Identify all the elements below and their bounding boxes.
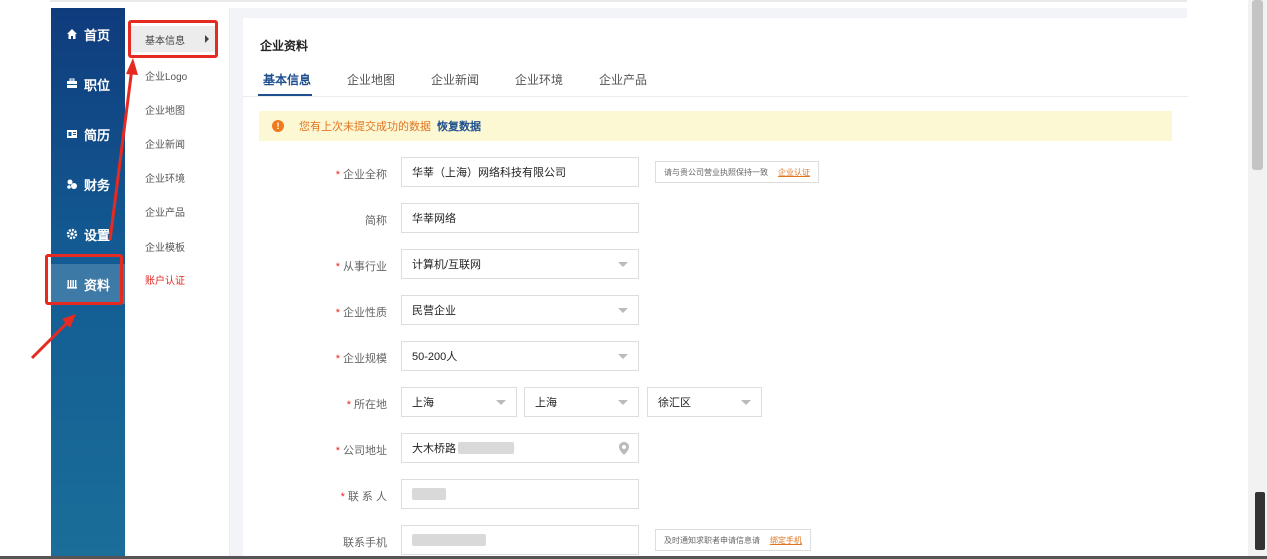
required-mark: *	[335, 169, 340, 181]
home-icon	[66, 29, 77, 39]
required-mark: *	[346, 399, 351, 411]
label-text: 联系手机	[343, 537, 387, 549]
industry-select[interactable]: 计算机/互联网	[401, 249, 639, 279]
input-value: 大木桥路	[412, 443, 456, 455]
bind-mobile-link[interactable]: 绑定手机	[770, 535, 802, 546]
scale-label: * 企业规模	[237, 350, 387, 366]
label-text: 企业性质	[343, 307, 387, 319]
label-text: 简称	[365, 215, 387, 227]
required-mark: *	[335, 307, 340, 319]
required-mark: *	[335, 353, 340, 365]
contact-label: * 联 系 人	[237, 488, 387, 504]
redacted-text	[412, 488, 446, 500]
tab-news[interactable]: 企业新闻	[431, 71, 479, 88]
address-input[interactable]: 大木桥路	[401, 433, 639, 463]
nav-item-label: 财务	[83, 177, 110, 193]
nature-label: * 企业性质	[237, 304, 387, 320]
sub-item-environment[interactable]: 企业环境	[145, 170, 185, 185]
short-name-label: 简称	[237, 212, 387, 228]
notice-message: 您有上次未提交成功的数据	[299, 121, 431, 133]
nav-item-jobs[interactable]: 职位	[51, 64, 125, 104]
resume-icon	[66, 130, 77, 138]
label-text: 企业规模	[343, 353, 387, 365]
label-text: 企业全称	[343, 169, 387, 181]
chevron-down-icon	[618, 354, 628, 359]
nav-item-label: 首页	[83, 27, 110, 43]
chevron-down-icon	[618, 308, 628, 313]
scale-select[interactable]: 50-200人	[401, 341, 639, 371]
select-value: 上海	[412, 397, 434, 409]
chevron-down-icon	[618, 262, 628, 267]
label-text: 所在地	[354, 399, 387, 411]
nav-item-settings[interactable]: 设置	[51, 214, 125, 254]
mobile-label: 联系手机	[237, 534, 387, 550]
finance-icon	[67, 179, 77, 189]
tab-divider	[243, 96, 1188, 97]
redacted-text	[458, 442, 514, 454]
required-mark: *	[335, 261, 340, 273]
label-text: 联 系 人	[347, 491, 387, 503]
province-select[interactable]: 上海	[401, 387, 517, 417]
required-mark: *	[340, 491, 345, 503]
restore-data-link[interactable]: 恢复数据	[437, 118, 481, 134]
highlight-box-profile	[45, 254, 123, 305]
sub-item-logo[interactable]: 企业Logo	[145, 68, 187, 83]
top-bar	[50, 0, 1187, 2]
district-select[interactable]: 徐汇区	[647, 387, 762, 417]
label-text: 公司地址	[343, 445, 387, 457]
industry-label: * 从事行业	[237, 258, 387, 274]
address-label: * 公司地址	[237, 442, 387, 458]
tab-basic-info[interactable]: 基本信息	[263, 71, 311, 88]
nav-item-label: 简历	[83, 127, 110, 143]
select-value: 民营企业	[412, 305, 456, 317]
nav-item-resumes[interactable]: 简历	[51, 114, 125, 154]
warning-icon: !	[272, 120, 284, 132]
nav-item-finance[interactable]: 财务	[51, 164, 125, 204]
select-value: 50-200人	[412, 351, 458, 363]
select-value: 上海	[535, 397, 557, 409]
tab-map[interactable]: 企业地图	[347, 71, 395, 88]
chevron-down-icon	[741, 400, 751, 405]
sub-item-account-verify[interactable]: 账户认证	[145, 272, 185, 287]
page-title: 企业资料	[260, 39, 309, 53]
mobile-tip: 及时通知求职者申请信息请 绑定手机	[655, 529, 811, 551]
side-widget	[1255, 492, 1265, 550]
sub-item-news[interactable]: 企业新闻	[145, 136, 185, 151]
nature-select[interactable]: 民营企业	[401, 295, 639, 325]
sub-item-map[interactable]: 企业地图	[145, 102, 185, 117]
sub-item-template[interactable]: 企业模板	[145, 239, 185, 254]
tab-environment[interactable]: 企业环境	[515, 71, 563, 88]
redacted-text	[412, 534, 486, 546]
nav-item-label: 设置	[83, 227, 110, 243]
company-name-label: * 企业全称	[237, 166, 387, 182]
gear-icon	[66, 228, 78, 240]
map-pin-icon[interactable]	[619, 442, 629, 455]
content-card	[243, 18, 1188, 559]
location-label: * 所在地	[237, 396, 387, 412]
company-name-tip: 请与贵公司营业执照保持一致 企业认证	[655, 161, 819, 183]
contact-input[interactable]	[401, 479, 639, 509]
draft-notice: ! 您有上次未提交成功的数据 恢复数据	[259, 111, 1172, 141]
briefcase-icon	[66, 78, 77, 88]
mobile-input[interactable]	[401, 525, 639, 555]
scrollbar-thumb[interactable]	[1252, 0, 1263, 170]
select-value: 徐汇区	[658, 397, 691, 409]
sub-item-products[interactable]: 企业产品	[145, 204, 185, 219]
city-select[interactable]: 上海	[524, 387, 639, 417]
required-mark: *	[335, 445, 340, 457]
chevron-down-icon	[496, 400, 506, 405]
nav-item-label: 职位	[83, 77, 110, 93]
highlight-box-basic-info	[128, 20, 218, 58]
company-name-input[interactable]: 华莘（上海）网络科技有限公司	[401, 157, 639, 187]
company-verify-link[interactable]: 企业认证	[778, 167, 810, 178]
chevron-down-icon	[618, 400, 628, 405]
select-value: 计算机/互联网	[412, 259, 482, 271]
nav-item-home[interactable]: 首页	[51, 14, 125, 54]
short-name-input[interactable]: 华莘网络	[401, 203, 639, 233]
label-text: 从事行业	[343, 261, 387, 273]
tip-text: 及时通知求职者申请信息请	[664, 535, 760, 545]
tab-products[interactable]: 企业产品	[599, 71, 647, 88]
tip-text: 请与贵公司营业执照保持一致	[664, 167, 768, 177]
